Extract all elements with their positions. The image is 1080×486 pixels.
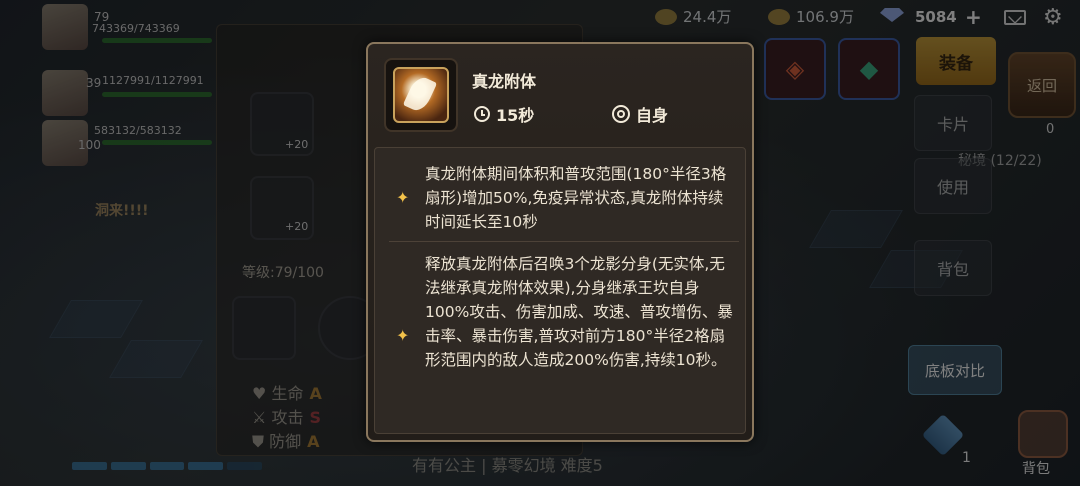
skill-description-1: 真龙附体期间体积和普攻范围(180°半径3格扇形)增加50%,免疫异常状态,真龙… — [425, 165, 727, 231]
skill-name: 真龙附体 — [472, 72, 537, 91]
description-box: ✦ 真龙附体期间体积和普攻范围(180°半径3格扇形)增加50%,免疫异常状态,… — [374, 147, 746, 434]
skill-icon-frame — [384, 58, 458, 132]
skill-tooltip: 真龙附体 15秒 自身 ✦ 真龙附体期间体积和普攻范围(180°半径3格扇形)增… — [366, 42, 754, 442]
sparkle-icon: ✦ — [396, 188, 410, 207]
clock-icon — [474, 106, 490, 122]
divider — [389, 241, 739, 242]
skill-description-2: 释放真龙附体后召唤3个龙影分身(无实体,无法继承真龙附体效果),分身继承王坎自身… — [425, 255, 733, 369]
sparkle-icon: ✦ — [396, 326, 410, 345]
target-icon — [612, 105, 630, 123]
dragon-skill-icon — [393, 67, 449, 123]
cooldown-value: 15秒 — [496, 106, 535, 125]
target-value: 自身 — [636, 106, 669, 125]
skill-cooldown: 15秒 — [474, 102, 534, 126]
skill-target: 自身 — [612, 102, 668, 126]
